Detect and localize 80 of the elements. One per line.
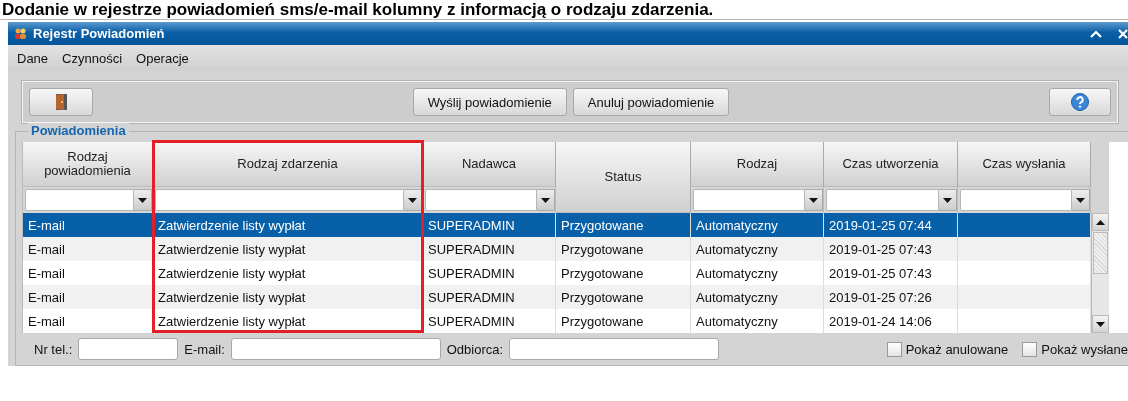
up-arrow-icon xyxy=(1096,219,1105,225)
table-cell: E-mail xyxy=(23,237,153,261)
help-button[interactable] xyxy=(1049,88,1111,116)
menu-item[interactable]: Dane xyxy=(17,50,49,66)
scroll-down-button[interactable] xyxy=(1092,315,1109,333)
caret-icon xyxy=(138,197,147,203)
table-cell: SUPERADMIN xyxy=(423,285,556,309)
caret-icon xyxy=(541,197,550,203)
group-title: Powiadomienia xyxy=(28,123,129,138)
table-cell: Automatyczny xyxy=(691,213,824,237)
filter-field[interactable] xyxy=(425,189,537,211)
dropdown-button[interactable] xyxy=(805,189,823,211)
table-cell: Automatyczny xyxy=(691,237,824,261)
checkbox-label: Pokaż anulowane xyxy=(905,341,1009,357)
dropdown-button[interactable] xyxy=(1072,189,1090,211)
window-title: Rejestr Powiadomień xyxy=(33,26,166,41)
table-cell: Przygotowane xyxy=(556,285,691,309)
table-cell: Przygotowane xyxy=(556,309,691,333)
toolbar-button[interactable]: Wyślij powiadomienie xyxy=(412,88,567,116)
table-cell: SUPERADMIN xyxy=(423,309,556,333)
column-header[interactable]: Czas utworzenia xyxy=(824,142,958,187)
door-icon xyxy=(55,94,67,110)
table-cell: 2019-01-25 07:44 xyxy=(824,213,958,237)
dropdown-button[interactable] xyxy=(939,189,957,211)
table-cell: Zatwierdzenie listy wypłat xyxy=(153,309,423,333)
column-header[interactable]: Rodzaj xyxy=(691,142,824,187)
table-cell: E-mail xyxy=(23,213,153,237)
help-icon xyxy=(1071,93,1089,111)
field-label: Odbiorca: xyxy=(446,341,504,357)
collapse-icon[interactable] xyxy=(1090,29,1102,38)
caret-icon xyxy=(943,197,952,203)
table-cell: 2019-01-24 14:06 xyxy=(824,309,958,333)
filter-field[interactable] xyxy=(155,189,404,211)
checkbox[interactable] xyxy=(1022,341,1038,357)
menu-item[interactable]: Operacje xyxy=(136,50,189,66)
table-cell: Automatyczny xyxy=(691,309,824,333)
checkbox[interactable] xyxy=(886,341,902,357)
table-cell: Automatyczny xyxy=(691,285,824,309)
caret-icon xyxy=(809,197,818,203)
table-cell: Przygotowane xyxy=(556,237,691,261)
scrollbar[interactable] xyxy=(1091,213,1109,333)
table-cell: Zatwierdzenie listy wypłat xyxy=(153,285,423,309)
table-cell: 2019-01-25 07:43 xyxy=(824,237,958,261)
caret-icon xyxy=(1076,197,1085,203)
down-arrow-icon xyxy=(1096,321,1105,327)
column-header[interactable]: Status xyxy=(556,142,691,213)
app-icon xyxy=(14,27,27,40)
input-field[interactable] xyxy=(230,338,441,360)
filter-field[interactable] xyxy=(960,189,1072,211)
menu-item[interactable]: Czynności xyxy=(62,50,123,66)
table-cell: SUPERADMIN xyxy=(423,237,556,261)
field-label: Nr tel.: xyxy=(34,341,73,357)
filter-field[interactable] xyxy=(693,189,805,211)
field-label: E-mail: xyxy=(184,341,225,357)
input-field[interactable] xyxy=(78,338,179,360)
page-heading: Dodanie w rejestrze powiadomień sms/e-mail kolumny z informacją o rodzaju zdarzenia. xyxy=(2,0,715,19)
exit-button[interactable] xyxy=(29,88,93,116)
toolbar-button[interactable]: Anuluj powiadomienie xyxy=(572,88,730,116)
column-header[interactable]: Rodzaj zdarzenia xyxy=(153,142,423,187)
scroll-up-button[interactable] xyxy=(1092,213,1109,231)
table-cell: 2019-01-25 07:26 xyxy=(824,285,958,309)
column-header[interactable]: Czas wysłania xyxy=(958,142,1091,187)
caret-icon xyxy=(408,197,417,203)
checkbox-label: Pokaż wysłane xyxy=(1041,341,1128,357)
table-cell: Zatwierdzenie listy wypłat xyxy=(153,237,423,261)
column-header[interactable]: Nadawca xyxy=(423,142,556,187)
column-header[interactable]: Rodzaj powiadomienia xyxy=(23,142,153,187)
filter-field[interactable] xyxy=(826,189,939,211)
table-cell: E-mail xyxy=(23,285,153,309)
table-cell: SUPERADMIN xyxy=(423,213,556,237)
scroll-thumb[interactable] xyxy=(1093,232,1108,274)
close-icon[interactable] xyxy=(1118,28,1128,39)
table-cell: Przygotowane xyxy=(556,213,691,237)
table-cell: Zatwierdzenie listy wypłat xyxy=(153,213,423,237)
dropdown-button[interactable] xyxy=(537,189,555,211)
filter-field[interactable] xyxy=(25,189,134,211)
dropdown-button[interactable] xyxy=(134,189,152,211)
dropdown-button[interactable] xyxy=(404,189,422,211)
input-field[interactable] xyxy=(509,338,720,360)
table-cell: E-mail xyxy=(23,309,153,333)
